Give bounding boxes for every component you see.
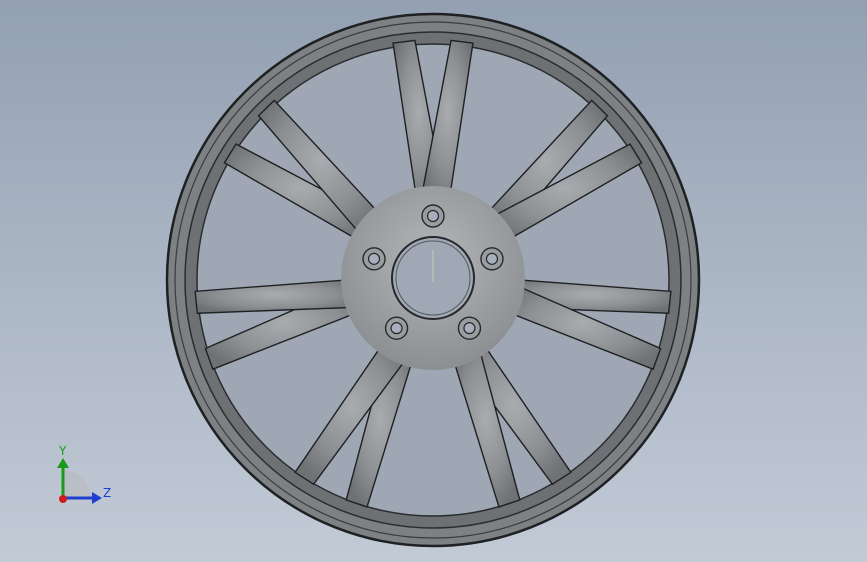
y-axis-label: Y	[58, 444, 67, 458]
y-axis-arrowhead	[57, 458, 69, 468]
triad-plane-quadrant	[63, 470, 91, 498]
graphics-viewport[interactable]: Y Z	[0, 0, 867, 562]
x-axis-dot	[59, 495, 67, 503]
z-axis-arrowhead	[92, 492, 102, 504]
z-axis-label: Z	[103, 486, 111, 500]
orientation-triad[interactable]: Y Z	[0, 0, 867, 562]
